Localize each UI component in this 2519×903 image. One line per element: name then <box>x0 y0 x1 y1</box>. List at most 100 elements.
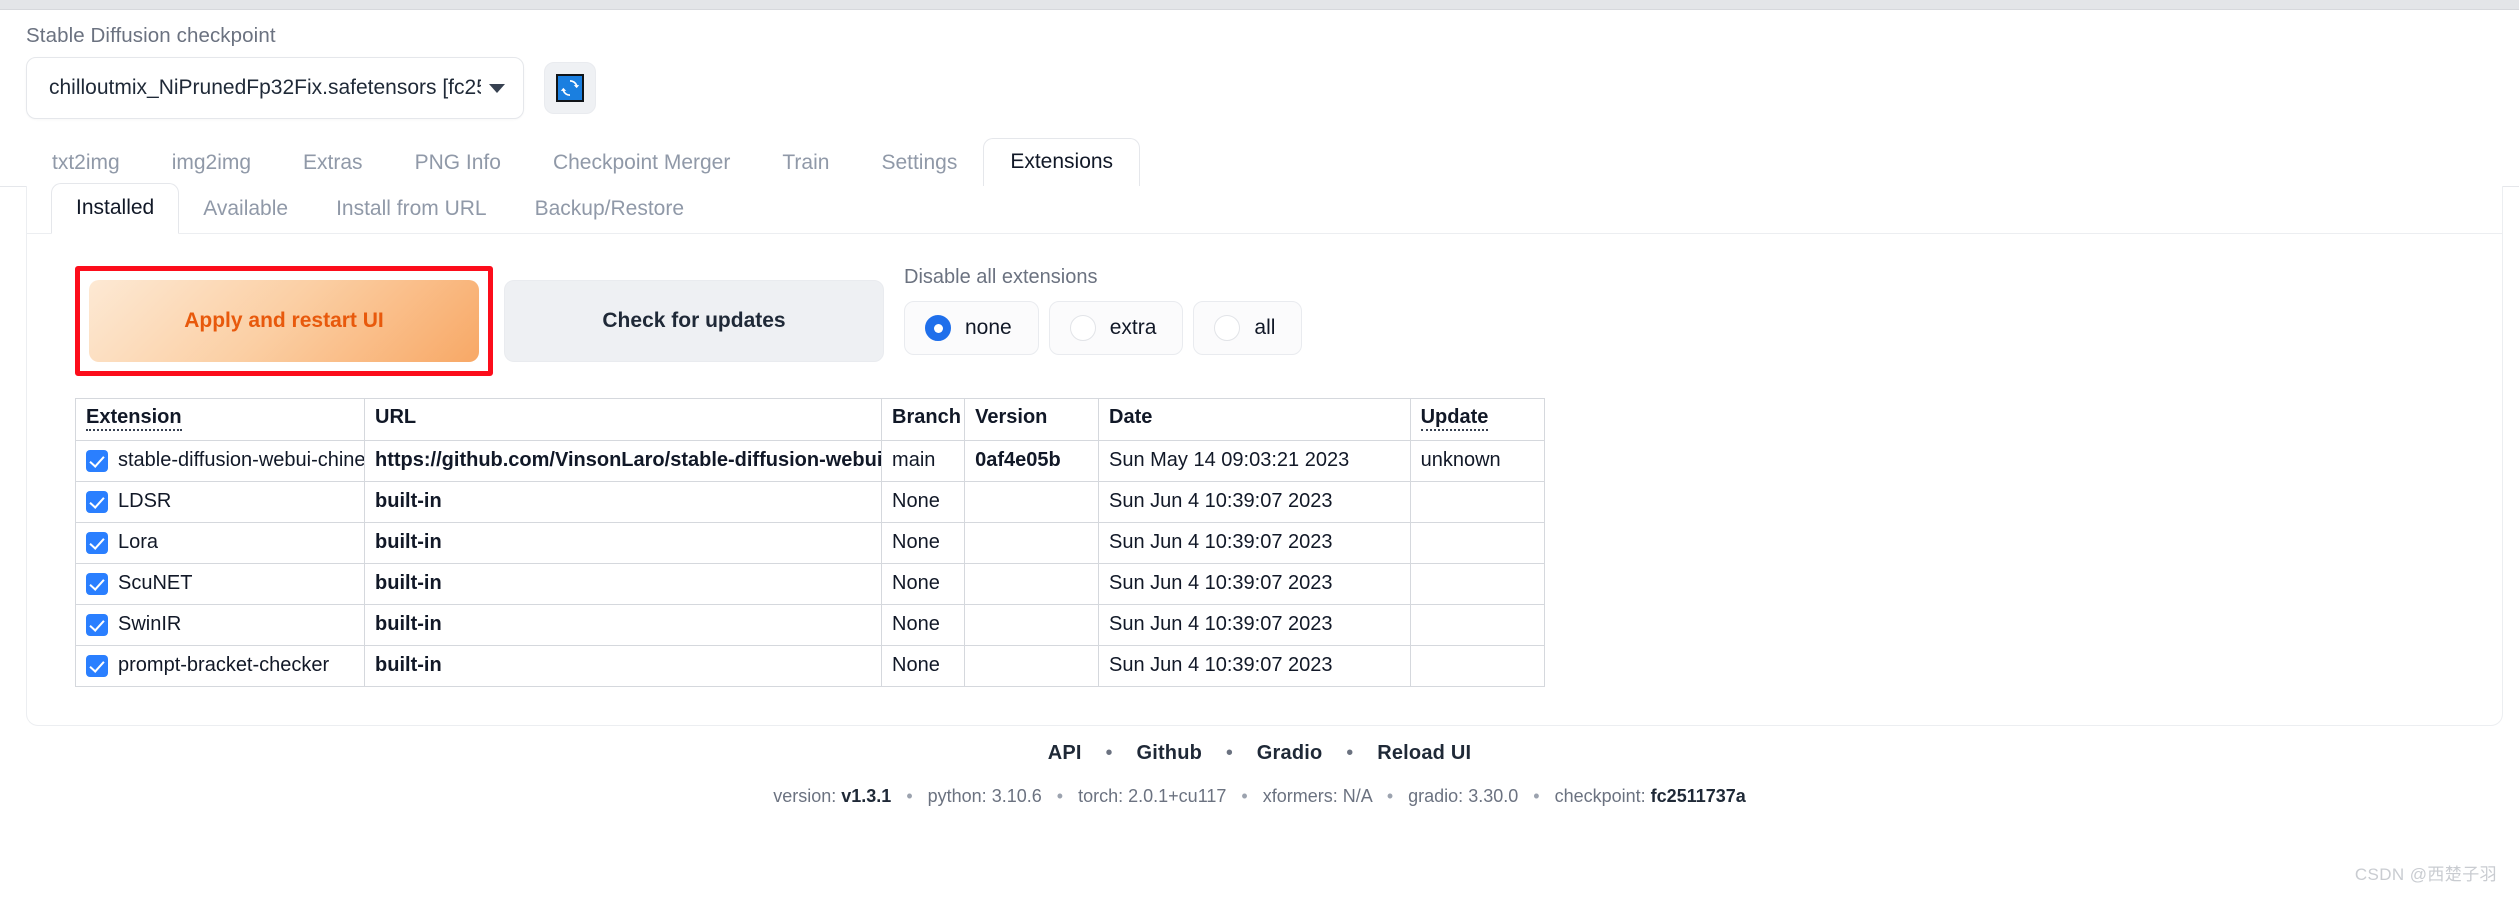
radio-option-none[interactable]: none <box>904 301 1039 355</box>
radio-indicator-none <box>925 315 951 341</box>
extension-name-label: ScuNET <box>118 572 193 594</box>
cell-url: built-in <box>364 481 883 523</box>
meta-torch-key: torch: <box>1078 786 1124 806</box>
cell-version <box>964 645 1099 687</box>
extension-name-wrap: SwinIR <box>86 613 354 636</box>
apply-and-restart-ui-label: Apply and restart UI <box>184 309 384 332</box>
cell-extension-name: stable-diffusion-webui-chinese <box>76 440 366 482</box>
column-header-branch-label: Branch <box>892 405 961 428</box>
apply-and-restart-ui-button[interactable]: Apply and restart UI <box>89 280 479 362</box>
cell-extension-name: LDSR <box>76 481 366 523</box>
cell-url: built-in <box>364 604 883 646</box>
checkbox-enabled[interactable] <box>86 613 108 636</box>
extensions-sub-tab-bar: Installed Available Install from URL Bac… <box>27 183 2502 234</box>
column-header-extension[interactable]: Extension <box>76 399 366 441</box>
cell-version <box>964 604 1099 646</box>
footer-link-github[interactable]: Github <box>1136 742 1202 764</box>
checkbox-enabled[interactable] <box>86 531 108 554</box>
extension-name-wrap: LDSR <box>86 490 354 513</box>
meta-separator: • <box>1241 786 1248 806</box>
tab-installed[interactable]: Installed <box>51 183 180 234</box>
cell-extension-name: Lora <box>76 522 366 564</box>
extensions-table-container: Extension URL Branch Version Date Update… <box>75 398 1545 687</box>
tab-extensions[interactable]: Extensions <box>983 138 1141 187</box>
cell-version <box>964 481 1099 523</box>
tab-checkpoint-merger[interactable]: Checkpoint Merger <box>527 143 756 186</box>
cell-url[interactable]: https://github.com/VinsonLaro/stable-dif… <box>364 440 883 482</box>
tab-img2img[interactable]: img2img <box>146 143 277 186</box>
extensions-table: Extension URL Branch Version Date Update… <box>76 399 1544 687</box>
cell-url: built-in <box>364 522 883 564</box>
radio-option-extra[interactable]: extra <box>1048 301 1184 355</box>
meta-version-value: v1.3.1 <box>841 786 892 806</box>
main-tab-list: txt2img img2img Extras PNG Info Checkpoi… <box>26 138 1141 187</box>
table-row: ScuNET built-in None Sun Jun 4 10:39:07 … <box>76 563 1544 605</box>
top-scroll-strip <box>0 0 2519 10</box>
tab-available[interactable]: Available <box>179 188 312 233</box>
column-header-update-label: Update <box>1420 405 1489 431</box>
meta-separator: • <box>906 786 913 806</box>
meta-torch-value: 2.0.1+cu117 <box>1128 786 1227 806</box>
checkbox-enabled[interactable] <box>86 449 108 472</box>
tab-settings[interactable]: Settings <box>855 143 983 186</box>
tab-install-from-url[interactable]: Install from URL <box>312 188 511 233</box>
radio-label-extra: extra <box>1109 316 1157 339</box>
extension-name-label: prompt-bracket-checker <box>118 654 330 676</box>
checkbox-enabled[interactable] <box>86 572 108 595</box>
checkpoint-dropdown[interactable]: chilloutmix_NiPrunedFp32Fix.safetensors … <box>26 57 524 119</box>
extensions-sub-tab-list: Installed Available Install from URL Bac… <box>51 183 708 234</box>
footer-link-gradio[interactable]: Gradio <box>1257 742 1323 764</box>
cell-branch: None <box>881 563 966 605</box>
cell-update <box>1410 522 1544 564</box>
cell-update <box>1410 481 1544 523</box>
table-header-row: Extension URL Branch Version Date Update <box>76 399 1544 441</box>
checkbox-enabled[interactable] <box>86 654 108 677</box>
tab-extras[interactable]: Extras <box>277 143 389 186</box>
cell-branch: None <box>881 645 966 687</box>
radio-indicator-extra <box>1069 315 1096 341</box>
checkpoint-selector-row: Stable Diffusion checkpoint chilloutmix_… <box>26 24 596 119</box>
footer-link-api[interactable]: API <box>1048 742 1082 764</box>
extension-name-label: Lora <box>118 531 159 553</box>
extensions-action-row: Apply and restart UI Check for updates D… <box>27 266 2502 376</box>
cell-branch: None <box>881 522 966 564</box>
column-header-version: Version <box>964 399 1099 441</box>
extension-name-wrap: Lora <box>86 531 354 554</box>
extension-name-label: stable-diffusion-webui-chinese <box>118 449 365 471</box>
meta-gradio-key: gradio: <box>1408 786 1464 806</box>
extension-name-wrap: ScuNET <box>86 572 354 595</box>
footer-links: API • Github • Gradio • Reload UI <box>0 742 2519 765</box>
checkbox-enabled[interactable] <box>86 490 108 513</box>
table-row: prompt-bracket-checker built-in None Sun… <box>76 645 1544 687</box>
column-header-update[interactable]: Update <box>1410 399 1544 441</box>
cell-branch: main <box>881 440 966 482</box>
footer-separator: • <box>1105 742 1113 764</box>
cell-update <box>1410 645 1544 687</box>
tab-txt2img[interactable]: txt2img <box>26 143 146 186</box>
footer-meta: version: v1.3.1 • python: 3.10.6 • torch… <box>0 786 2519 807</box>
column-header-date-label: Date <box>1109 405 1153 428</box>
tab-png-info[interactable]: PNG Info <box>389 143 527 186</box>
cell-update <box>1410 604 1544 646</box>
refresh-checkpoints-button[interactable] <box>544 62 596 114</box>
extensions-panel: Installed Available Install from URL Bac… <box>26 183 2503 726</box>
check-for-updates-button[interactable]: Check for updates <box>504 280 884 362</box>
checkpoint-column: Stable Diffusion checkpoint chilloutmix_… <box>26 24 524 119</box>
radio-option-all[interactable]: all <box>1193 301 1303 355</box>
extension-name-wrap: prompt-bracket-checker <box>86 654 354 677</box>
meta-python-key: python: <box>927 786 987 806</box>
footer-link-reload-ui[interactable]: Reload UI <box>1377 742 1471 764</box>
extension-name-wrap: stable-diffusion-webui-chinese <box>86 449 364 472</box>
footer: API • Github • Gradio • Reload UI versio… <box>0 742 2519 807</box>
tab-backup-restore[interactable]: Backup/Restore <box>511 188 708 233</box>
chevron-down-icon <box>489 83 505 93</box>
cell-branch: None <box>881 481 966 523</box>
cell-date: Sun Jun 4 10:39:07 2023 <box>1098 481 1411 523</box>
meta-xformers-key: xformers: <box>1262 786 1338 806</box>
disable-all-extensions-group: Disable all extensions none extra all <box>904 266 1303 355</box>
table-row: Lora built-in None Sun Jun 4 10:39:07 20… <box>76 522 1544 564</box>
table-row: stable-diffusion-webui-chinese https://g… <box>76 440 1544 482</box>
meta-separator: • <box>1533 786 1540 806</box>
tab-train[interactable]: Train <box>756 143 855 186</box>
footer-separator: • <box>1346 742 1354 764</box>
